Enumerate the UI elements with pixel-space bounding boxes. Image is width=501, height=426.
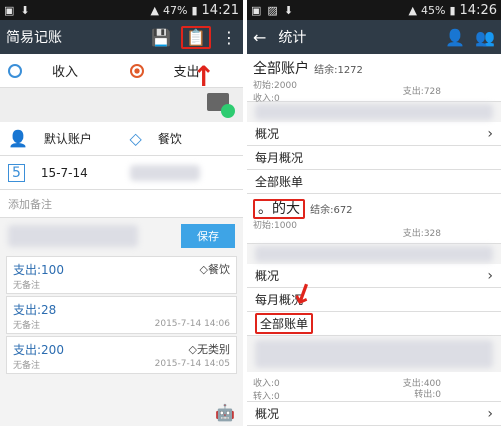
image-icon: ▣ [251,3,262,17]
download-icon: ⬇ [20,3,30,17]
record-amount: 支出:100 [13,263,64,277]
account-balance: 结余:672 [310,205,353,216]
confirm-icon[interactable] [221,104,235,118]
signal-icon: ▲ [408,3,418,17]
all-bills-label: 全部账单 [255,313,314,334]
overview-label: 概况 [255,407,280,421]
all-bills-label: 全部账单 [255,175,304,189]
account-income: 收入:0 [253,94,280,104]
tab-income[interactable]: 收入 [0,54,122,87]
monthly-label: 每月概况 [255,151,304,165]
income-label: 收入 [52,65,79,80]
account-transfer-in: 转入:0 [253,392,280,402]
expense-radio[interactable] [129,63,144,78]
tag-icon: ◇ [129,129,142,148]
all-bills-item[interactable]: 全部账单 [247,170,501,194]
account-select[interactable]: 👤 默认账户 [0,129,122,148]
person-icon: 👤 [8,129,28,148]
status-time: 14:26 [459,2,497,18]
account-income: 收入:0 [253,379,280,389]
status-time: 14:21 [201,2,239,18]
save-button[interactable]: 保存 [181,224,235,248]
left-screen: ▣ ⬇ ▲ 47% ▮ 14:21 简易记账 💾 📋 ⋮ ↑ 收入 支出 👤 默认账… [0,0,243,426]
tag-icon: ◇ [188,343,197,356]
account-category-row: 👤 默认账户 ◇ 餐饮 [0,122,243,156]
record-note: 无备注 [13,281,41,291]
button-row: 保存 [0,218,243,254]
page-title: 统计 [278,30,307,46]
app-bar: ← 统计 👤 👥 [247,20,501,54]
account-summary[interactable]: 。的大 结余:672 初始:1000 支出:328 [247,194,501,244]
chevron-right-icon: › [487,405,493,422]
app-title: 简易记账 [6,30,62,46]
account-balance: 结余:1272 [314,65,363,76]
record-date: 2015-7-14 14:06 [154,319,230,329]
record-category: ◇餐饮 [199,263,230,276]
monthly-item[interactable]: 每月概况 [247,288,501,312]
right-screen: ▣ ▨ ⬇ ▲ 45% ▮ 14:26 ← 统计 👤 👥 全部账户 结余:1272 … [247,0,501,426]
save-icon[interactable]: 💾 [151,28,171,47]
blurred-row [255,104,493,120]
chevron-right-icon: › [487,267,493,284]
date-row: 5 15-7-14 [0,156,243,190]
account-summary[interactable]: 收入:0 转入:0 支出:400 转出:0 [247,372,501,402]
blurred-button [8,225,138,247]
battery-label: 47% [163,3,188,17]
account-expense: 支出:728 [402,87,441,97]
record-date: 2015-7-14 14:05 [154,359,230,369]
account-expense: 支出:328 [402,229,441,239]
clipboard-icon[interactable]: 📋 [181,25,211,49]
note-input[interactable]: 添加备注 [0,190,243,218]
blurred-time [129,164,200,181]
battery-label: 45% [421,3,446,17]
account-label: 默认账户 [43,132,92,146]
overview-label: 概况 [255,127,280,141]
record-card[interactable]: 支出:28 无备注 2015-7-14 14:06 [6,296,237,334]
record-category: ◇无类别 [188,343,230,356]
overview-item[interactable]: 概况 › [247,264,501,288]
blurred-row [255,340,493,368]
record-card[interactable]: 支出:100 无备注 ◇餐饮 [6,256,237,294]
back-icon[interactable]: ← [253,28,266,47]
account-transfer-out: 转出:0 [414,390,441,400]
overview-label: 概况 [255,269,280,283]
tag-icon: ◇ [199,263,208,276]
battery-icon: ▮ [191,3,198,17]
amount-input[interactable] [0,88,243,122]
category-label: 餐饮 [157,132,182,146]
chevron-right-icon: › [487,125,493,142]
tab-expense[interactable]: 支出 [122,54,244,87]
calendar-icon: 5 [8,163,25,182]
person-icon[interactable]: 👤 [445,28,465,47]
battery-icon: ▮ [449,3,456,17]
status-bar: ▣ ⬇ ▲ 47% ▮ 14:21 [0,0,243,20]
account-name: 全部账户 [253,61,309,77]
date-label: 15-7-14 [40,165,88,180]
group-icon[interactable]: 👥 [475,28,495,47]
android-icon: 🤖 [215,403,235,422]
image-icon: ▣ [4,3,15,17]
more-icon[interactable]: ⋮ [221,28,237,47]
overview-item[interactable]: 概况 › [247,122,501,146]
all-bills-item[interactable]: 全部账单 [247,312,501,336]
account-name: 。的大 [253,199,305,219]
date-select[interactable]: 5 15-7-14 [0,163,122,182]
category-select[interactable]: ◇ 餐饮 [122,129,244,148]
app-bar: 简易记账 💾 📋 ⋮ [0,20,243,54]
status-bar: ▣ ▨ ⬇ ▲ 45% ▮ 14:26 [247,0,501,20]
monthly-item[interactable]: 每月概况 [247,146,501,170]
account-summary[interactable]: 全部账户 结余:1272 初始:2000 收入:0 支出:728 [247,54,501,104]
download-icon: ⬇ [283,3,294,17]
income-radio[interactable] [8,63,22,78]
record-card[interactable]: 支出:200 无备注 ◇无类别 2015-7-14 14:05 [6,336,237,374]
record-amount: 支出:28 [13,303,57,317]
account-init: 初始:2000 [253,81,297,91]
overview-item[interactable]: 概况 › [247,402,501,426]
photo-icon: ▨ [267,3,278,17]
account-init: 初始:1000 [253,221,297,231]
blurred-row [255,246,493,262]
signal-icon: ▲ [150,3,160,17]
